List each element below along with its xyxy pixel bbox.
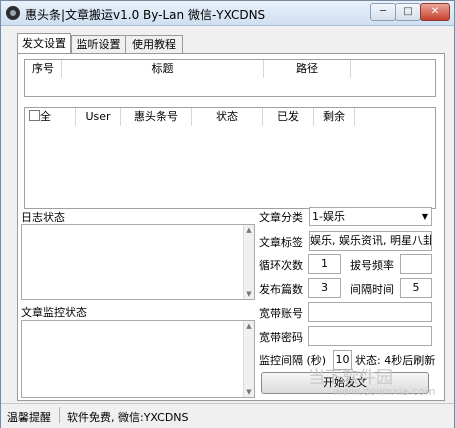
title-bar: 惠头条|文章搬运v1.0 By-Lan 微信-YXCDNS ─ □ ✕ xyxy=(1,1,454,26)
select-all-checkbox[interactable] xyxy=(29,110,40,121)
publish-count-input[interactable]: 3 xyxy=(308,278,341,298)
column-header-remaining[interactable]: 剩余 xyxy=(314,108,355,126)
select-all-header[interactable]: 全 xyxy=(25,108,76,126)
scroll-up-icon[interactable]: ▲ xyxy=(244,225,254,235)
column-header-index[interactable]: 序号 xyxy=(25,60,62,78)
log-scrollbar[interactable]: ▲ ▼ xyxy=(243,225,254,299)
dial-frequency-label: 拔号频率 xyxy=(350,259,394,272)
tab-publish-settings[interactable]: 发文设置 xyxy=(17,33,71,53)
column-header-huitoutiao-id[interactable]: 惠头条号 xyxy=(121,108,192,126)
column-header-sent[interactable]: 已发 xyxy=(263,108,314,126)
log-label: 日志状态 xyxy=(21,211,65,224)
log-textarea[interactable]: ▲ ▼ xyxy=(21,224,255,300)
tab-tutorial[interactable]: 使用教程 xyxy=(125,35,183,53)
chevron-down-icon[interactable]: ▼ xyxy=(422,208,428,225)
account-table[interactable]: 全 User 惠头条号 状态 已发 剩余 xyxy=(24,107,436,209)
scroll-up-icon[interactable]: ▲ xyxy=(244,321,254,331)
app-window: 惠头条|文章搬运v1.0 By-Lan 微信-YXCDNS ─ □ ✕ 发文设置… xyxy=(0,0,455,428)
category-value: 1-娱乐 xyxy=(312,210,345,223)
column-header-path[interactable]: 路径 xyxy=(264,60,351,78)
column-header-title[interactable]: 标题 xyxy=(62,60,264,78)
interval-input[interactable]: 5 xyxy=(400,278,432,298)
column-header-user[interactable]: User xyxy=(76,108,121,126)
category-label: 文章分类 xyxy=(259,211,303,224)
broadband-password-input[interactable] xyxy=(308,326,432,346)
monitor-label: 文章监控状态 xyxy=(21,306,87,319)
minimize-button[interactable]: ─ xyxy=(370,3,396,21)
monitor-textarea[interactable]: ▲ ▼ xyxy=(21,320,255,398)
status-divider xyxy=(59,407,60,423)
maximize-button[interactable]: □ xyxy=(395,3,421,21)
tags-label: 文章标签 xyxy=(259,236,303,249)
broadband-account-label: 宽带账号 xyxy=(259,307,303,320)
loop-count-input[interactable]: 1 xyxy=(308,254,341,274)
loop-count-label: 循环次数 xyxy=(259,259,303,272)
scroll-down-icon[interactable]: ▼ xyxy=(244,289,254,299)
select-all-label: 全 xyxy=(40,110,51,123)
app-logo-icon xyxy=(6,6,20,20)
scroll-down-icon[interactable]: ▼ xyxy=(244,387,254,397)
window-title: 惠头条|文章搬运v1.0 By-Lan 微信-YXCDNS xyxy=(25,8,266,22)
broadband-password-label: 宽带密码 xyxy=(259,331,303,344)
tab-listen-settings[interactable]: 监听设置 xyxy=(71,35,126,53)
tab-panel: 序号 标题 路径 全 User 惠头条号 状态 已发 剩余 日志状态 ▲ ▼ 文… xyxy=(17,53,445,401)
close-button[interactable]: ✕ xyxy=(420,3,450,21)
watermark-url: www.downxia.com xyxy=(333,385,436,398)
tip-label: 温馨提醒 xyxy=(7,411,51,424)
broadband-account-input[interactable] xyxy=(308,302,432,322)
category-select[interactable]: 1-娱乐 ▼ xyxy=(309,207,432,226)
monitor-scrollbar[interactable]: ▲ ▼ xyxy=(243,321,254,397)
path-table[interactable]: 序号 标题 路径 xyxy=(24,59,436,97)
publish-count-label: 发布篇数 xyxy=(259,283,303,296)
tags-input[interactable]: 娱乐, 娱乐资讯, 明星八卦 xyxy=(309,231,432,251)
interval-label: 间隔时间 xyxy=(350,283,394,296)
status-message: 软件免费, 微信:YXCDNS xyxy=(67,411,189,424)
status-bar: 温馨提醒 软件免费, 微信:YXCDNS xyxy=(1,403,454,428)
dial-frequency-input[interactable] xyxy=(400,254,432,274)
column-header-status[interactable]: 状态 xyxy=(192,108,263,126)
